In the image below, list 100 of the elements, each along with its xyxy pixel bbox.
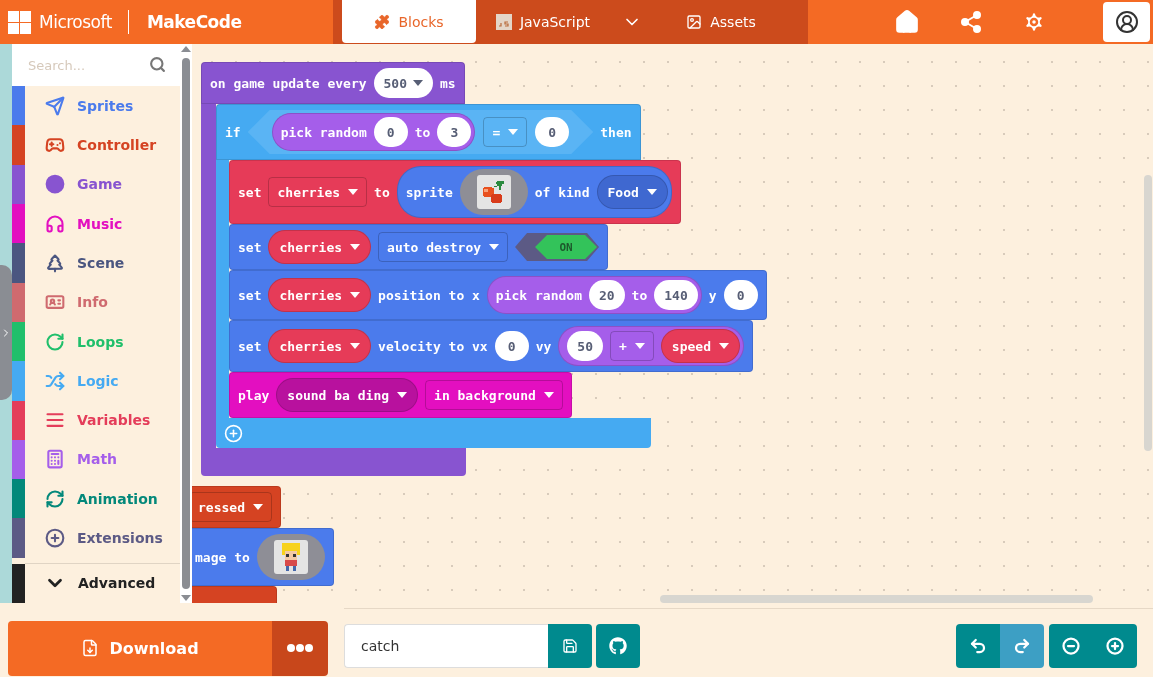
dropdown[interactable]: speed	[660, 329, 740, 363]
block-label: to	[631, 287, 648, 303]
caret-icon	[646, 189, 657, 195]
home-icon	[894, 9, 920, 35]
category-item[interactable]: Extensions	[12, 518, 180, 558]
zoom-in-button[interactable]	[1093, 624, 1137, 668]
block-label: on game update every	[210, 75, 367, 91]
dropdown[interactable]: cherries	[268, 278, 372, 312]
app-name: MakeCode	[146, 12, 242, 32]
if-block-header[interactable]: if pick random 0 to 3 = 0 then	[216, 104, 641, 160]
number-field[interactable]: 20	[588, 280, 625, 310]
editor-tab[interactable]: Assets	[654, 0, 788, 43]
microsoft-logo	[8, 10, 31, 34]
calculator-icon	[45, 449, 65, 470]
dropdown[interactable]: cherries	[268, 329, 372, 363]
block-label: ms	[440, 75, 456, 91]
number-dropdown[interactable]: 500	[373, 68, 434, 98]
category-item[interactable]: Animation	[12, 479, 180, 519]
reporter-block[interactable]: pick random 0 to 3	[271, 113, 476, 151]
editor-tab[interactable]: JavaScript	[476, 0, 610, 43]
image-field[interactable]	[459, 169, 528, 215]
user-button[interactable]	[1103, 2, 1150, 42]
refresh-icon	[45, 488, 65, 509]
image-field[interactable]	[256, 534, 325, 580]
reporter-block[interactable]: sprite of kind Food	[396, 166, 672, 218]
download-button[interactable]: Download	[8, 620, 272, 676]
undo-button[interactable]	[956, 624, 1000, 668]
block-label: if	[225, 124, 241, 140]
statement-block[interactable]: set cherries position to x pick random 20 to 140 y 0	[229, 270, 767, 320]
number-field[interactable]: 0	[723, 280, 758, 310]
dropdown[interactable]: in background	[425, 380, 563, 410]
block-label: position to x	[378, 287, 480, 303]
statement-block[interactable]: set cherries velocity to vx 0 vy 50 + speed	[229, 320, 753, 372]
save-icon	[562, 638, 578, 654]
number-field[interactable]: 3	[437, 117, 472, 147]
caret-icon	[413, 80, 424, 86]
category-item[interactable]: Variables	[12, 400, 180, 440]
block-label: to	[374, 184, 390, 200]
dropdown[interactable]: +	[610, 331, 654, 361]
reporter-block[interactable]: pick random 20 to 140	[486, 276, 702, 314]
redo-button[interactable]	[1000, 624, 1044, 668]
category-item[interactable]: Info	[12, 282, 180, 322]
statement-block[interactable]: play sound ba ding in background	[229, 372, 572, 418]
github-icon	[609, 637, 627, 655]
block-label: set	[238, 287, 262, 303]
statement-block[interactable]: set cherries to sprite of kind Food	[229, 160, 681, 224]
statement-block[interactable]: mage to	[192, 528, 334, 586]
headphones-icon	[45, 213, 65, 234]
number-field[interactable]: 0	[535, 117, 570, 147]
block-label: vy	[535, 338, 552, 354]
file-download-icon	[81, 639, 100, 657]
search-field[interactable]: Search...	[12, 44, 180, 86]
statement-block[interactable]: set cherries auto destroy ON	[229, 224, 609, 270]
category-item[interactable]: Music	[12, 203, 180, 244]
category-item[interactable]: Math	[12, 439, 180, 480]
editor-tab[interactable]: Blocks	[342, 0, 476, 43]
block-label: then	[600, 124, 632, 140]
number-field[interactable]: 0	[373, 117, 408, 147]
dropdown[interactable]: sound ba ding	[276, 378, 419, 412]
dropdown[interactable]: cherries	[268, 230, 372, 264]
caret-icon	[350, 292, 361, 298]
puzzle-icon	[374, 13, 391, 30]
statement-block[interactable]: ressed	[192, 486, 281, 528]
category-item[interactable]: Sprites	[12, 86, 180, 126]
github-button[interactable]	[596, 624, 640, 668]
dropdown[interactable]: cherries	[268, 177, 368, 207]
redo-icon	[1013, 637, 1031, 655]
paper-plane-icon	[45, 95, 65, 116]
share-button[interactable]	[959, 10, 983, 34]
caret-icon	[350, 244, 361, 250]
advanced-item[interactable]: Advanced	[12, 563, 180, 603]
more-icon	[287, 644, 313, 652]
reporter-block[interactable]: 50 + speed	[558, 326, 744, 366]
save-button[interactable]	[548, 624, 592, 668]
project-name-field[interactable]: catch	[344, 624, 548, 668]
home-button[interactable]	[894, 9, 920, 35]
more-button[interactable]	[272, 620, 328, 676]
category-item[interactable]: Scene	[12, 243, 180, 283]
number-field[interactable]: 0	[494, 331, 529, 361]
zoom-in-icon	[1106, 637, 1124, 655]
expand-simulator-tab[interactable]	[0, 265, 12, 400]
event-block-header[interactable]: on game update every 500 ms	[201, 62, 465, 104]
caret-icon	[350, 343, 361, 349]
toggle-switch[interactable]: ON	[515, 233, 600, 261]
block-label: to	[414, 124, 431, 140]
block-label: set	[238, 184, 262, 200]
zoom-out-button[interactable]	[1049, 624, 1093, 668]
dropdown[interactable]: auto destroy	[378, 232, 509, 262]
caret-icon	[252, 504, 263, 510]
dropdown[interactable]: ressed	[192, 492, 272, 522]
category-item[interactable]: Controller	[12, 125, 180, 165]
number-field[interactable]: 140	[654, 280, 698, 310]
number-field[interactable]: 50	[567, 331, 603, 361]
dropdown[interactable]: Food	[596, 175, 668, 209]
shuffle-icon	[45, 370, 65, 391]
block-label: pick random	[495, 287, 582, 303]
add-icon[interactable]	[224, 423, 243, 443]
caret-icon	[508, 129, 519, 135]
category-item[interactable]: Game	[12, 164, 180, 204]
undo-icon	[969, 637, 987, 655]
